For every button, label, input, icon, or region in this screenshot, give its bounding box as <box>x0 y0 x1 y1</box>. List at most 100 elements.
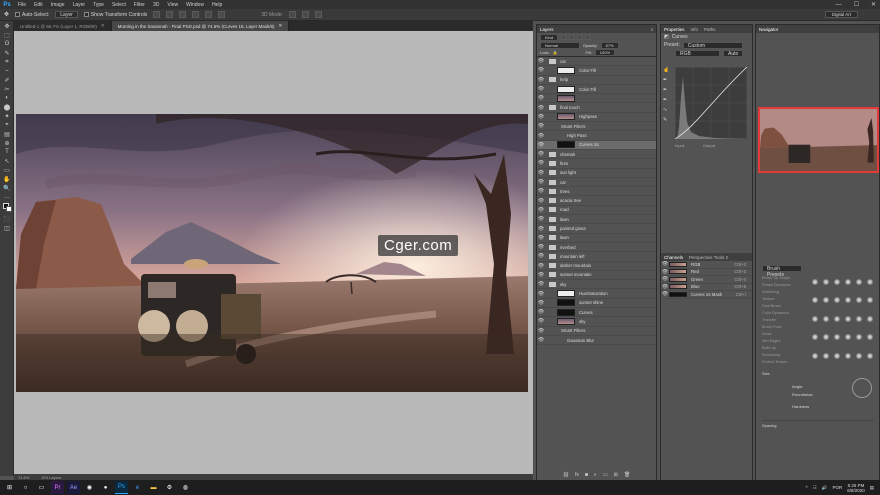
visibility-eye-icon[interactable]: 👁 <box>537 317 545 326</box>
layer-thumbnail[interactable] <box>557 85 575 93</box>
visibility-eye-icon[interactable]: 👁 <box>537 196 545 205</box>
brush-setting-item[interactable]: Build-up <box>762 346 808 353</box>
layer-row[interactable]: 👁 Color Fill <box>537 85 656 95</box>
layer-row[interactable]: 👁 Hue/Saturation <box>537 289 656 299</box>
brush-tip[interactable] <box>855 333 863 342</box>
brush-tip[interactable] <box>822 278 830 286</box>
tab-info[interactable]: Info <box>691 27 699 32</box>
rectangle-tool-icon[interactable]: ▭ <box>2 166 12 174</box>
brush-tip[interactable] <box>844 296 852 305</box>
opacity-input[interactable]: 67% <box>600 41 619 49</box>
pencil-curve-icon[interactable]: ✎ <box>663 117 669 123</box>
brush-tip[interactable] <box>855 278 863 286</box>
visibility-eye-icon[interactable]: 👁 <box>537 131 545 140</box>
tray-chevron-icon[interactable]: ^ <box>806 485 808 490</box>
file-explorer-icon[interactable]: ▬ <box>147 481 160 494</box>
brush-tip[interactable] <box>855 351 863 360</box>
healing-tool-icon[interactable]: ✐ <box>2 76 12 84</box>
filter-adjustment-icon[interactable] <box>569 34 575 40</box>
photoshop-taskbar-icon[interactable]: Ps <box>115 481 128 494</box>
layer-thumbnail[interactable] <box>557 141 575 149</box>
layer-row[interactable]: 👁 Smart Filters <box>537 327 656 336</box>
channel-row[interactable]: 👁 Blue Ctrl+5 <box>661 284 752 291</box>
align-left-button[interactable] <box>153 11 161 18</box>
workspace-dropdown[interactable]: Digital Art <box>824 11 858 18</box>
black-point-eyedropper-icon[interactable]: ✒ <box>663 77 669 83</box>
path-selection-tool-icon[interactable]: ↖ <box>2 157 12 165</box>
visibility-eye-icon[interactable]: 👁 <box>537 168 545 177</box>
visibility-eye-icon[interactable]: 👁 <box>537 150 545 159</box>
layer-row[interactable]: 👁 Color Fill <box>537 66 656 76</box>
brush-tip[interactable] <box>833 314 841 323</box>
visibility-eye-icon[interactable]: 👁 <box>537 298 545 307</box>
brush-tool-icon[interactable]: ✂ <box>2 85 12 93</box>
close-button[interactable]: ✕ <box>871 1 876 8</box>
layer-row[interactable]: 👁 cheetah <box>537 150 656 160</box>
search-icon[interactable]: ○ <box>19 481 32 494</box>
3d-pan-button[interactable] <box>314 11 322 18</box>
dodge-tool-icon[interactable]: ⊕ <box>2 139 12 147</box>
filter-pixel-icon[interactable] <box>561 34 567 40</box>
language-indicator[interactable]: POR <box>832 485 842 490</box>
visibility-eye-icon[interactable]: 👁 <box>537 233 545 242</box>
filter-type-icon[interactable] <box>577 34 583 40</box>
brush-setting-item[interactable]: Texture <box>762 297 808 304</box>
hand-tool-icon[interactable]: ✋ <box>2 175 12 183</box>
brush-tip[interactable] <box>866 333 874 342</box>
brush-tip[interactable] <box>811 296 819 305</box>
3d-roll-button[interactable] <box>301 11 309 18</box>
visibility-eye-icon[interactable]: 👁 <box>537 326 545 335</box>
minimize-button[interactable]: — <box>836 2 842 8</box>
volume-icon[interactable]: 🔊 <box>822 485 828 491</box>
layer-row[interactable]: 👁 trees <box>537 187 656 197</box>
visibility-eye-icon[interactable]: 👁 <box>537 280 545 289</box>
brush-tip[interactable] <box>811 351 819 360</box>
clock[interactable]: 5:26 PM 6/8/2020 <box>847 483 865 493</box>
brush-tip[interactable] <box>811 314 819 323</box>
brush-tip[interactable] <box>866 296 874 305</box>
brush-tip[interactable] <box>833 278 841 286</box>
brush-tip[interactable] <box>833 296 841 305</box>
visibility-eye-icon[interactable]: 👁 <box>537 159 545 168</box>
new-layer-icon[interactable]: ⊞ <box>614 472 618 478</box>
brush-tip-grid[interactable] <box>811 278 874 367</box>
brush-tip[interactable] <box>811 333 819 342</box>
tab-untitled[interactable]: Untitled-1 @ 66.7% (Layer 1, RGB/8#) ✕ <box>14 21 112 31</box>
brush-tip[interactable] <box>844 351 852 360</box>
auto-select-checkbox[interactable]: Auto-Select: <box>15 12 49 18</box>
visibility-eye-icon[interactable]: 👁 <box>537 261 545 270</box>
settings-icon[interactable]: ⚙ <box>163 481 176 494</box>
layer-thumbnail[interactable] <box>557 94 575 102</box>
navigator-preview[interactable] <box>758 107 879 173</box>
auto-button[interactable]: Auto <box>723 49 744 57</box>
eyedropper-tool-icon[interactable]: ⎯ <box>2 67 12 75</box>
brush-tip[interactable] <box>855 296 863 305</box>
task-view-icon[interactable]: ▭ <box>35 481 48 494</box>
layer-row[interactable]: 👁 sunset shine <box>537 298 656 309</box>
menu-edit[interactable]: Edit <box>30 2 47 8</box>
layer-thumbnail[interactable] <box>557 113 575 121</box>
brush-tip[interactable] <box>833 333 841 342</box>
layer-row[interactable]: 👁 sun light <box>537 169 656 178</box>
layer-row[interactable]: 👁 help <box>537 76 656 85</box>
obs-icon[interactable]: ● <box>99 481 112 494</box>
brush-tip[interactable] <box>822 351 830 360</box>
menu-help[interactable]: Help <box>208 2 226 8</box>
layer-row[interactable]: 👁 car <box>537 178 656 188</box>
visibility-eye-icon[interactable]: 👁 <box>537 178 545 187</box>
blur-tool-icon[interactable]: ▤ <box>2 130 12 138</box>
eraser-tool-icon[interactable]: ✦ <box>2 112 12 120</box>
layer-row[interactable]: 👁 Gaussian Blur <box>537 336 656 346</box>
tab-properties[interactable]: Properties <box>664 27 685 32</box>
layer-row[interactable]: 👁 Curves 16 <box>537 140 656 150</box>
brush-setting-item[interactable]: Shape Dynamics <box>762 283 808 290</box>
layer-row[interactable]: 👁 <box>537 94 656 104</box>
menu-filter[interactable]: Filter <box>130 2 149 8</box>
maximize-button[interactable]: ☐ <box>854 1 859 8</box>
layer-row[interactable]: 👁 fires <box>537 159 656 169</box>
channel-row[interactable]: 👁 Green Ctrl+4 <box>661 276 752 284</box>
transform-controls-checkbox[interactable]: Show Transform Controls <box>83 12 147 18</box>
brush-setting-item[interactable]: Noise <box>762 332 808 339</box>
filter-shape-icon[interactable] <box>585 34 591 40</box>
visibility-eye-icon[interactable]: 👁 <box>537 336 545 345</box>
